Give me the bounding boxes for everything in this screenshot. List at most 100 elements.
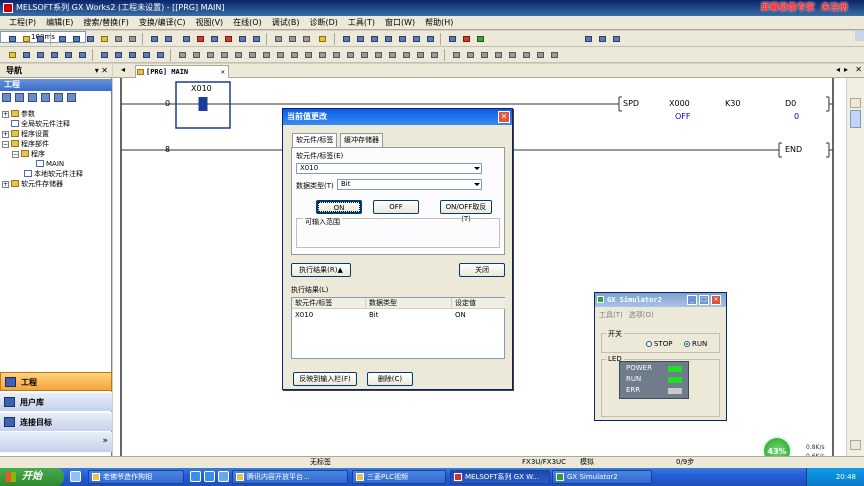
menu-debug[interactable]: 调试(B) [267, 16, 305, 30]
nav-tool-icon[interactable] [67, 93, 76, 102]
nav-tool-icon[interactable] [41, 93, 50, 102]
menu-online[interactable]: 在线(O) [228, 16, 267, 30]
tree-main[interactable]: MAIN [36, 160, 64, 169]
nav-pin-close-icon[interactable]: ▾ ✕ [95, 64, 108, 78]
write-plc-icon[interactable] [194, 33, 206, 44]
nav-tool-icon[interactable] [2, 93, 11, 102]
datatype-combobox[interactable]: Bit [337, 179, 482, 190]
delete-line-icon[interactable] [288, 49, 300, 60]
fb-icon[interactable] [506, 49, 518, 60]
quicklaunch-icon[interactable] [218, 471, 229, 482]
wave-icon[interactable] [610, 33, 622, 44]
cross-ref-icon[interactable] [300, 33, 312, 44]
task-button[interactable]: MELSOFT系列 GX W... [450, 470, 550, 484]
op-result-fall-icon[interactable] [400, 49, 412, 60]
menu-project[interactable]: 工程(P) [0, 16, 41, 30]
read-mode-icon[interactable] [112, 49, 124, 60]
run-radio[interactable]: RUN [684, 340, 707, 348]
label-icon[interactable] [410, 33, 422, 44]
invert-icon[interactable] [372, 49, 384, 60]
device-combobox[interactable]: X010 [296, 163, 482, 174]
result-cell-device[interactable]: X010 [292, 310, 313, 320]
instruction-icon[interactable] [246, 49, 258, 60]
close-icon[interactable]: ✕ [711, 295, 721, 305]
ie-icon[interactable] [204, 471, 215, 482]
on-button[interactable]: ON [316, 200, 362, 214]
monitor-mode-icon[interactable] [140, 49, 152, 60]
st-icon[interactable] [396, 33, 408, 44]
new-file-icon[interactable] [6, 33, 18, 44]
delete-button[interactable]: 删除(C) [367, 372, 413, 386]
tree-device-memory[interactable]: + 软元件存储器 [2, 180, 63, 189]
history-icon[interactable] [354, 33, 366, 44]
chevron-down-icon[interactable] [472, 180, 481, 189]
system-tray[interactable]: 20:48 [806, 468, 864, 486]
zoom-icon[interactable] [98, 49, 110, 60]
ladder-icon[interactable] [368, 33, 380, 44]
comment-icon[interactable] [34, 49, 46, 60]
tab-buffer-memory[interactable]: 缓冲存储器 [340, 133, 383, 147]
off-button[interactable]: OFF [373, 200, 419, 214]
copy-icon[interactable] [84, 33, 96, 44]
inline-st-icon[interactable] [534, 49, 546, 60]
vertical-scrollbar[interactable] [846, 78, 864, 456]
scroll-up-icon[interactable] [850, 98, 861, 108]
trace-icon[interactable] [596, 33, 608, 44]
fb-param-icon[interactable] [520, 49, 532, 60]
menu-window[interactable]: 窗口(W) [380, 16, 420, 30]
tree-global-comment[interactable]: 全局软元件注释 [11, 120, 70, 129]
contact-x010[interactable] [199, 97, 207, 111]
tree-program-parts[interactable]: − 程序部件 [2, 140, 49, 149]
erase-line-icon[interactable] [428, 49, 440, 60]
redo-icon[interactable] [126, 33, 138, 44]
nc-contact-icon[interactable] [190, 49, 202, 60]
scroll-thumb[interactable] [850, 110, 861, 128]
draw-line-icon[interactable] [414, 49, 426, 60]
menu-diagnostics[interactable]: 诊断(D) [304, 16, 342, 30]
delete-col-icon[interactable] [492, 49, 504, 60]
menu-find-replace[interactable]: 搜索/替换(F) [78, 16, 134, 30]
tab-close-icon[interactable]: ✕ [221, 66, 225, 78]
exec-result-button[interactable]: 执行结果(R)▲ [291, 263, 351, 277]
parallel-nc-icon[interactable] [218, 49, 230, 60]
device-icon[interactable] [424, 33, 436, 44]
op-result-rise-icon[interactable] [386, 49, 398, 60]
start-button[interactable]: 开始 [0, 468, 64, 486]
task-button[interactable]: 腾讯内容开放平台... [232, 470, 348, 484]
result-table[interactable]: 软元件/标签 数据类型 设定值 X010 Bit ON [291, 297, 505, 359]
task-button[interactable]: 三菱PLC视频 [352, 470, 446, 484]
nav-tab-project[interactable]: 工程 [0, 372, 112, 391]
delete-vline-icon[interactable] [302, 49, 314, 60]
diag-icon[interactable] [340, 33, 352, 44]
step-icon[interactable] [446, 33, 458, 44]
nav-tab-user-library[interactable]: 用户库 [0, 392, 112, 411]
expand-icon[interactable]: + [2, 181, 9, 188]
no-contact-icon[interactable] [176, 49, 188, 60]
reflect-to-input-button[interactable]: 反映到输入栏(F) [293, 372, 357, 386]
sim-menu-tools[interactable]: 工具(T) [599, 311, 623, 319]
parallel-rise-icon[interactable] [344, 49, 356, 60]
nav-tool-icon[interactable] [15, 93, 24, 102]
save-icon[interactable] [34, 33, 46, 44]
remote-op-icon[interactable] [222, 33, 234, 44]
quicklaunch-icon[interactable] [70, 471, 81, 482]
task-button[interactable]: GX Simulator2 [552, 470, 652, 484]
replace-icon[interactable] [286, 33, 298, 44]
collapse-icon[interactable]: − [12, 151, 19, 158]
task-button[interactable]: 老佛爷造作狗相 [88, 470, 184, 484]
read-plc-icon[interactable] [180, 33, 192, 44]
print-icon[interactable] [56, 33, 68, 44]
maximize-icon[interactable]: □ [699, 295, 709, 305]
dialog-close-button[interactable]: ✕ [498, 111, 510, 123]
expand-icon[interactable]: + [2, 111, 9, 118]
sim-menu-options[interactable]: 选项(O) [629, 311, 654, 319]
collapse-icon[interactable]: − [2, 141, 9, 148]
dialog-title-bar[interactable]: 当前值更改 [283, 109, 512, 125]
tree-params[interactable]: + 参数 [2, 110, 35, 119]
menu-edit[interactable]: 编辑(E) [41, 16, 78, 30]
undo-icon[interactable] [112, 33, 124, 44]
editor-close-icon[interactable]: ✕ [855, 65, 862, 74]
expand-icon[interactable]: + [2, 131, 9, 138]
nav-tool-icon[interactable] [28, 93, 37, 102]
verify-plc-icon[interactable] [208, 33, 220, 44]
